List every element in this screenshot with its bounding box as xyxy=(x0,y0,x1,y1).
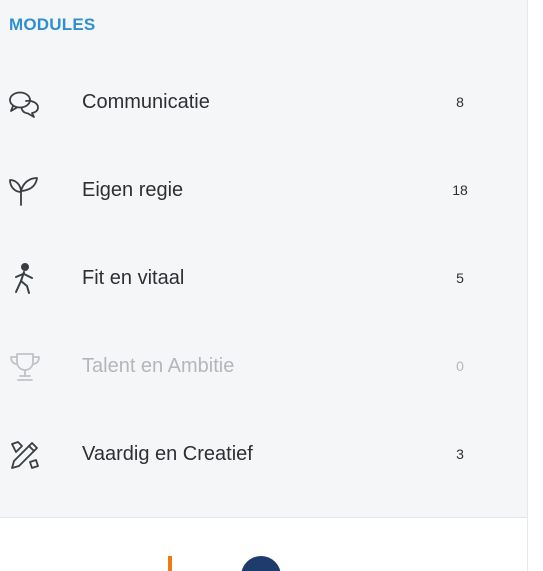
content-area-edge xyxy=(528,0,543,571)
sidebar-footer xyxy=(0,517,528,571)
modules-section-title: MODULES xyxy=(9,15,96,34)
sidebar-item-label: Eigen regie xyxy=(82,179,184,201)
sidebar-item-label: Fit en vitaal xyxy=(82,267,185,289)
sidebar-item-label: Communicatie xyxy=(82,91,210,113)
pencil-brush-icon xyxy=(11,441,39,469)
sidebar-item-count: 5 xyxy=(456,270,464,286)
sidebar-item-fit-en-vitaal[interactable]: Fit en vitaal 5 xyxy=(0,248,528,308)
sidebar-item-talent-en-ambitie[interactable]: Talent en Ambitie 0 xyxy=(0,336,528,396)
modules-sidebar: MODULES Communicatie 8 Eigen regie 18 Fi… xyxy=(0,0,528,571)
sidebar-item-label: Vaardig en Creatief xyxy=(82,443,253,465)
page: MODULES Communicatie 8 Eigen regie 18 Fi… xyxy=(0,0,543,571)
sidebar-item-eigen-regie[interactable]: Eigen regie 18 xyxy=(0,160,528,220)
sprout-icon xyxy=(9,177,38,206)
sidebar-item-count: 8 xyxy=(456,94,464,110)
footer-logo-mark-blue xyxy=(241,556,281,571)
trophy-icon xyxy=(10,353,40,381)
walking-person-icon xyxy=(15,263,33,294)
sidebar-item-count: 3 xyxy=(456,446,464,462)
sidebar-item-count: 18 xyxy=(452,182,468,198)
footer-logo-mark-orange xyxy=(168,556,172,571)
sidebar-item-count: 0 xyxy=(456,358,464,374)
sidebar-item-label: Talent en Ambitie xyxy=(82,355,235,377)
sidebar-item-vaardig-en-creatief[interactable]: Vaardig en Creatief 3 xyxy=(0,424,528,484)
chat-bubbles-icon xyxy=(9,91,39,118)
sidebar-item-communicatie[interactable]: Communicatie 8 xyxy=(0,72,528,132)
